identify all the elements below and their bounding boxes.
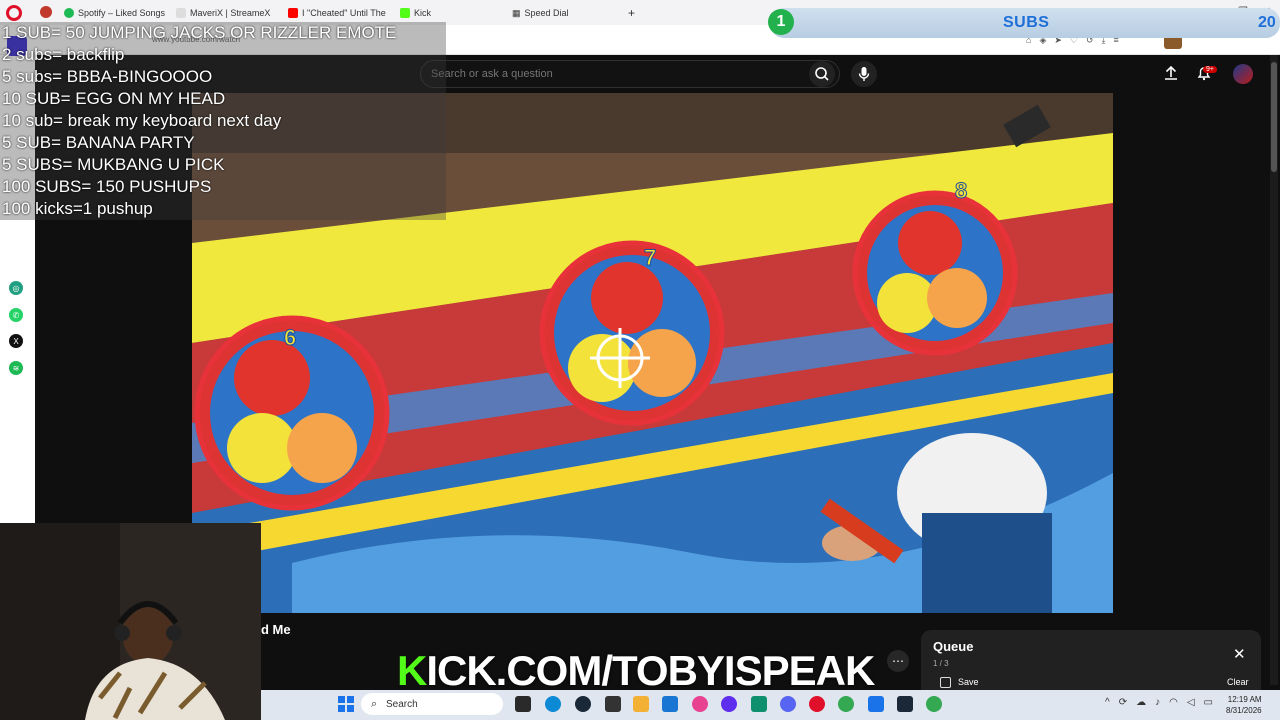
battery-icon[interactable]: ▭	[1204, 697, 1213, 708]
tab-youtube-video[interactable]: I "Cheated" Until The	[288, 4, 396, 22]
target-number: 6	[284, 325, 296, 350]
goal-line: 5 SUBS= MUKBANG U PICK	[2, 155, 225, 174]
webcam-feed	[0, 523, 261, 720]
queue-count: 1 / 3	[933, 659, 949, 668]
goal-line: 5 subs= BBBA-BINGOOOO	[2, 67, 213, 86]
app-icon[interactable]	[721, 696, 737, 712]
tab-spotify[interactable]: Spotify – Liked Songs	[64, 4, 184, 22]
obs-icon[interactable]	[751, 696, 767, 712]
subs-label: SUBS	[1003, 14, 1050, 31]
store-icon[interactable]	[662, 696, 678, 712]
kick-url-overlay: KICK.COM/TOBYISPEAK	[397, 647, 875, 694]
sync-icon[interactable]: ⟳	[1119, 697, 1127, 708]
notification-count-badge: 9+	[1203, 66, 1217, 73]
tab-label: Kick	[414, 8, 432, 18]
edge-icon[interactable]	[545, 696, 561, 712]
whatsapp-icon[interactable]: ✆	[9, 308, 23, 322]
voice-search-button[interactable]	[851, 61, 877, 87]
kick-k-letter: K	[397, 647, 427, 694]
save-checkbox[interactable]	[940, 677, 951, 688]
tab-label: I "Cheated" Until The	[302, 8, 386, 18]
goal-line: 100 kicks=1 pushup	[2, 199, 153, 218]
kick-url-text: ICK.COM/TOBYISPEAK	[426, 647, 875, 694]
scrollbar-thumb[interactable]	[1271, 62, 1277, 172]
search-button[interactable]	[809, 61, 835, 87]
target-7	[539, 240, 725, 426]
discord-icon[interactable]	[780, 696, 796, 712]
queue-title: Queue	[933, 639, 974, 654]
opera-logo-icon[interactable]	[6, 5, 22, 21]
chatgpt-icon[interactable]: ◎	[9, 281, 23, 295]
streamer-image	[0, 523, 261, 720]
microphone-icon	[858, 67, 870, 81]
opera-taskbar-icon[interactable]	[809, 696, 825, 712]
epic-games-icon[interactable]	[605, 696, 621, 712]
search-icon: ⌕	[371, 698, 378, 710]
volume-icon[interactable]: ◁	[1187, 697, 1195, 708]
search-box[interactable]	[420, 60, 840, 88]
clock-time: 12:19 AM	[1227, 695, 1262, 704]
taskbar-search[interactable]: Search	[361, 693, 503, 715]
mic-tray-icon[interactable]: ♪	[1155, 697, 1160, 708]
target-8	[852, 190, 1018, 356]
maps-icon[interactable]	[692, 696, 708, 712]
target-number: 7	[644, 245, 656, 270]
target-number: 8	[955, 178, 967, 203]
system-tray: ^ ⟳ ☁ ♪ ◠ ◁ ▭	[1105, 697, 1213, 708]
goal-line: 2 subs= backflip	[2, 45, 125, 64]
account-avatar[interactable]	[1233, 64, 1253, 84]
taskbar-search-label: Search	[386, 698, 418, 710]
file-explorer-icon[interactable]	[633, 696, 649, 712]
upload-icon	[1165, 65, 1177, 80]
tab-label: Spotify – Liked Songs	[78, 8, 166, 18]
goal-line: 10 SUB= EGG ON MY HEAD	[2, 89, 226, 108]
cloud-icon[interactable]: ☁	[1136, 697, 1146, 708]
close-queue-button[interactable]: ✕	[1233, 645, 1246, 663]
tab-label: MaveriX | StreameX	[190, 8, 271, 18]
windows-logo-icon	[338, 696, 354, 712]
start-button[interactable]	[338, 696, 354, 712]
x-icon[interactable]: X	[9, 334, 23, 348]
goal-line: 5 SUB= BANANA PARTY	[2, 133, 195, 152]
spotify-sidebar-icon[interactable]: ≋	[9, 361, 23, 375]
subs-goal-value: 20	[1258, 14, 1276, 31]
wifi-icon[interactable]: ◠	[1169, 697, 1178, 708]
tab-label: Speed Dial	[524, 8, 569, 18]
goal-line: 100 SUBS= 150 PUSHUPS	[2, 177, 212, 196]
subs-count-badge: 1	[768, 9, 794, 35]
taskbar-clock[interactable]: 12:19 AM 8/31/2026	[1226, 694, 1262, 716]
tab-streamex[interactable]: MaveriX | StreameX	[176, 4, 276, 22]
search-input[interactable]	[431, 68, 791, 80]
task-view-icon[interactable]	[515, 696, 531, 712]
goal-line: 1 SUB= 50 JUMPING JACKS OR RIZZLER EMOTE	[2, 23, 397, 42]
chrome-2-icon[interactable]	[926, 696, 942, 712]
kick-icon	[400, 8, 410, 18]
youtube-icon	[288, 8, 298, 18]
tab-speed-dial[interactable]: ▦ Speed Dial	[512, 4, 592, 22]
save-label[interactable]: Save	[958, 677, 979, 687]
grid-icon: ▦	[512, 7, 521, 18]
clear-queue-button[interactable]: Clear	[1227, 677, 1249, 687]
more-actions-button[interactable]: ⋯	[887, 650, 909, 672]
new-tab-icon[interactable]: +	[628, 6, 635, 20]
tab-kick[interactable]: Kick	[400, 4, 480, 22]
chrome-icon[interactable]	[838, 696, 854, 712]
clock-date: 8/31/2026	[1226, 706, 1262, 715]
upload-button[interactable]	[1163, 65, 1179, 86]
video-title: d Me	[261, 622, 291, 637]
spotify-icon	[64, 8, 74, 18]
streamex-icon	[176, 8, 186, 18]
goal-line: 10 sub= break my keyboard next day	[2, 111, 282, 130]
search-icon	[815, 67, 829, 81]
profile-icon[interactable]	[40, 6, 52, 18]
app-blue-icon[interactable]	[868, 696, 884, 712]
chevron-up-icon[interactable]: ^	[1105, 697, 1110, 708]
steam-2-icon[interactable]	[897, 696, 913, 712]
steam-icon[interactable]	[575, 696, 591, 712]
